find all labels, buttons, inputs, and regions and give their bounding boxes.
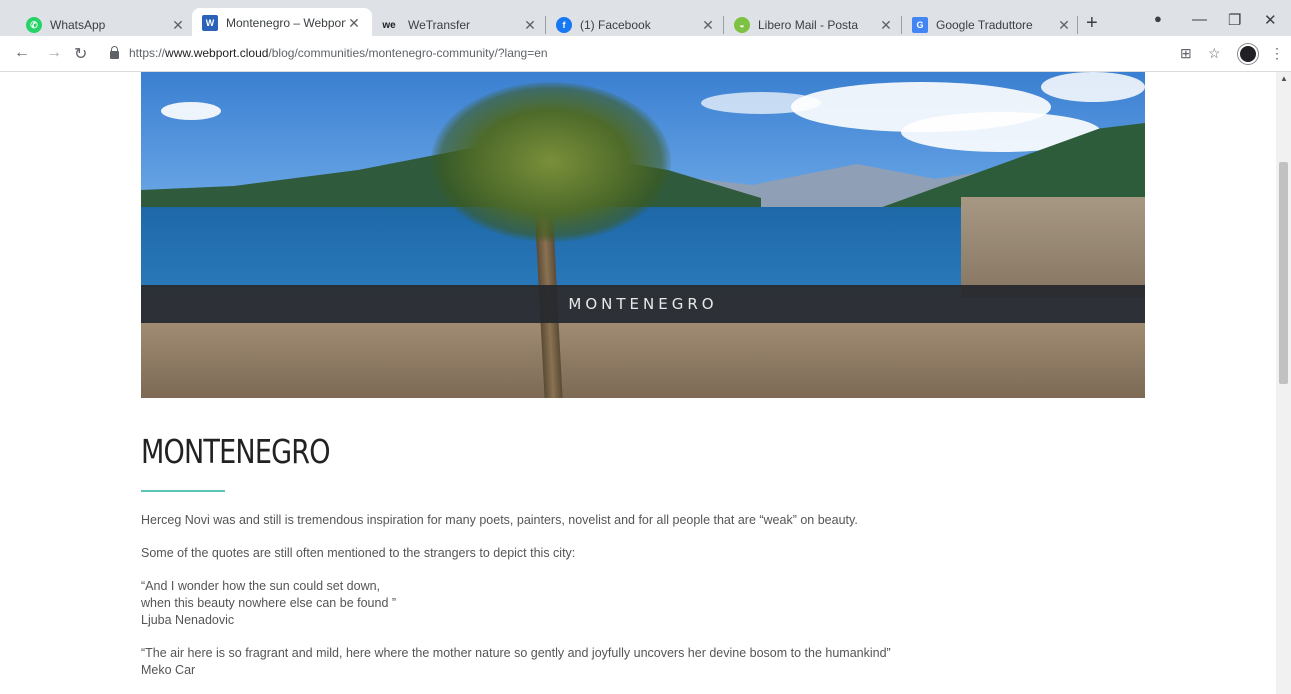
url-host: www.webport.cloud [165, 46, 269, 60]
translate-icon[interactable]: ⊞ [1180, 45, 1192, 62]
quote-block: “The air here is so fragrant and mild, h… [141, 645, 1145, 679]
browser-toolbar: ← → ↻ https://www.webport.cloud/blog/com… [0, 36, 1291, 72]
avatar[interactable] [1238, 44, 1258, 64]
new-tab-button[interactable]: + [1086, 13, 1098, 33]
hero-banner-text: MONTENEGRO [568, 295, 718, 313]
hero-banner: MONTENEGRO [141, 285, 1145, 323]
back-icon[interactable]: ← [14, 44, 30, 62]
hero-fortress [961, 197, 1145, 297]
close-icon[interactable]: ✕ [700, 17, 716, 34]
article-paragraph: Some of the quotes are still often menti… [141, 546, 576, 560]
webport-icon: W [202, 15, 218, 31]
quote-author: Ljuba Nenadovic [141, 613, 235, 627]
url-scheme: https:// [129, 46, 166, 60]
lock-icon [110, 46, 119, 59]
quote-line: “The air here is so fragrant and mild, h… [141, 646, 891, 660]
hero-cloud [161, 102, 221, 120]
hero-image: MONTENEGRO [141, 72, 1145, 398]
whatsapp-icon: ✆ [26, 17, 42, 33]
restore-icon[interactable]: ❐ [1228, 11, 1241, 29]
minimize-icon[interactable]: — [1192, 11, 1207, 28]
reload-icon[interactable]: ↻ [74, 44, 87, 64]
window-close-icon[interactable]: ✕ [1264, 11, 1277, 29]
menu-kebab-icon[interactable]: ⋮ [1270, 45, 1284, 62]
google-translate-icon: G [912, 17, 928, 33]
tab-whatsapp[interactable]: ✆ WhatsApp ✕ [16, 12, 196, 38]
article: MONTENEGRO Herceg Novi was and still is … [141, 432, 1145, 679]
hero-stone-walls [141, 322, 1145, 398]
tab-separator [1077, 16, 1078, 34]
tab-google-translate[interactable]: G Google Traduttore ✕ [902, 12, 1082, 38]
quote-author: Meko Car [141, 663, 196, 677]
tab-title: Montenegro – Webport [226, 16, 346, 30]
scroll-thumb[interactable] [1279, 162, 1288, 384]
page-scrollbar[interactable]: ▲ [1276, 72, 1291, 694]
page-title: MONTENEGRO [141, 432, 331, 471]
address-bar[interactable]: https://www.webport.cloud/blog/communiti… [100, 40, 1166, 66]
tab-title: (1) Facebook [580, 18, 651, 32]
article-paragraph: Herceg Novi was and still is tremendous … [141, 513, 858, 527]
tab-title: Google Traduttore [936, 18, 1033, 32]
tab-strip: ✆ WhatsApp ✕ W Montenegro – Webport ✕ we… [0, 0, 1291, 38]
close-icon[interactable]: ✕ [878, 17, 894, 34]
quote-line: “And I wonder how the sun could set down… [141, 579, 381, 593]
profile-menu-icon[interactable]: ● [1154, 11, 1162, 26]
scroll-up-arrow-icon[interactable]: ▲ [1280, 74, 1288, 83]
facebook-icon: f [556, 17, 572, 33]
tab-title: WeTransfer [408, 18, 471, 32]
bookmark-star-icon[interactable]: ☆ [1208, 45, 1221, 62]
quote-block: “And I wonder how the sun could set down… [141, 578, 1145, 629]
libero-icon: ◒ [734, 17, 750, 33]
close-icon[interactable]: ✕ [1056, 17, 1072, 34]
close-icon[interactable]: ✕ [522, 17, 538, 34]
tab-wetransfer[interactable]: we WeTransfer ✕ [368, 12, 548, 38]
tab-facebook[interactable]: f (1) Facebook ✕ [546, 12, 726, 38]
close-icon[interactable]: ✕ [346, 15, 362, 32]
quote-line: when this beauty nowhere else can be fou… [141, 596, 397, 610]
close-icon[interactable]: ✕ [170, 17, 186, 34]
forward-icon[interactable]: → [46, 44, 62, 62]
tab-title: WhatsApp [50, 18, 106, 32]
tab-title: Libero Mail - Posta [758, 18, 859, 32]
title-underline [141, 490, 225, 492]
wetransfer-icon: we [382, 19, 396, 31]
page-viewport: MONTENEGRO MONTENEGRO Herceg Novi was an… [0, 72, 1276, 694]
hero-palm-crown [431, 82, 671, 242]
url-path: /blog/communities/montenegro-community/?… [268, 46, 548, 60]
hero-cloud [1041, 72, 1145, 102]
tab-montenegro-webport[interactable]: W Montenegro – Webport ✕ [192, 8, 372, 38]
tab-libero-mail[interactable]: ◒ Libero Mail - Posta ✕ [724, 12, 904, 38]
